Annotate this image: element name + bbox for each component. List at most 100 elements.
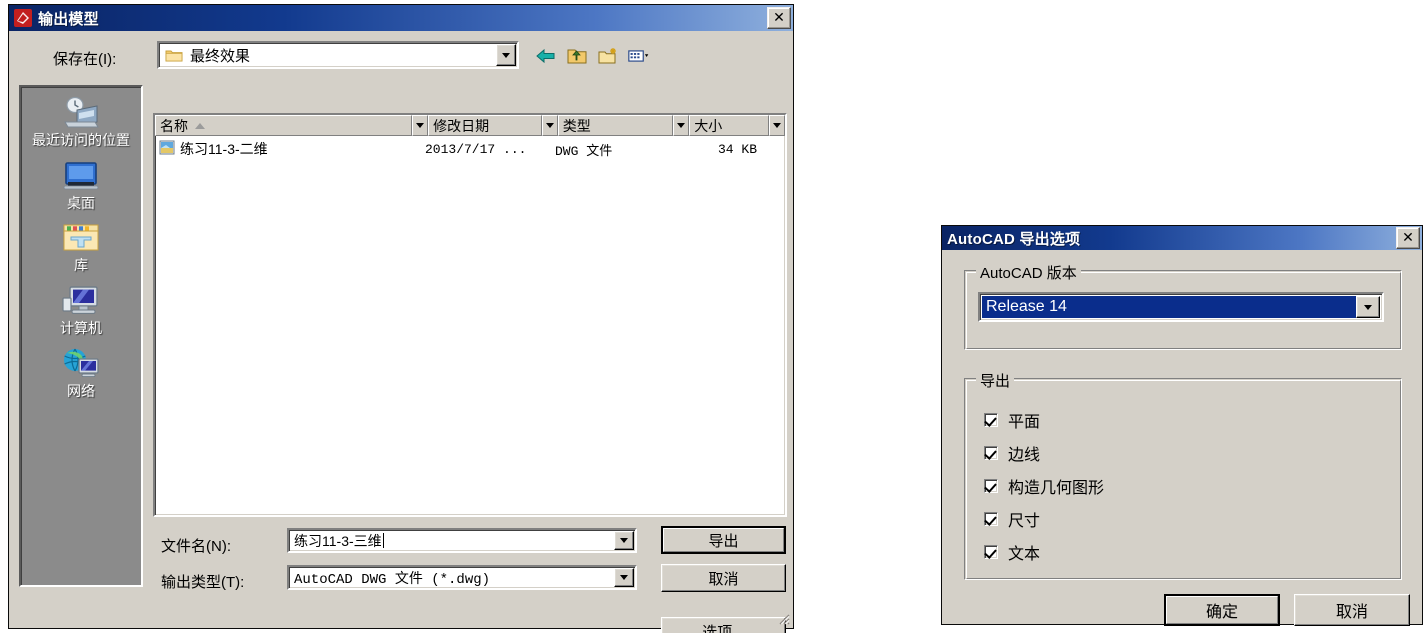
- column-filter-type[interactable]: [673, 115, 690, 136]
- column-header-size[interactable]: 大小: [689, 115, 770, 136]
- checkbox-construction-geometry[interactable]: [984, 479, 998, 493]
- place-item-label: 桌面: [67, 194, 95, 211]
- chevron-down-icon: [620, 538, 628, 543]
- chevron-down-icon: [677, 123, 686, 128]
- dwg-file-icon: [159, 140, 175, 158]
- ok-button[interactable]: 确定: [1164, 594, 1280, 626]
- export-model-dialog: 输出模型 ✕ 保存在(I): 最终效果 最近访问的位置 桌面 库 计算机 网络 …: [8, 4, 794, 633]
- filename-value: 练习11-3-三维: [294, 532, 382, 549]
- checkbox-row-text[interactable]: 文本: [984, 540, 1040, 564]
- checkbox-row-dimensions[interactable]: 尺寸: [984, 507, 1040, 531]
- resize-grip-icon[interactable]: [776, 611, 790, 625]
- export-dialog-titlebar[interactable]: 输出模型 ✕: [9, 5, 793, 31]
- save-in-label: 保存在(I):: [53, 51, 117, 68]
- column-label: 类型: [562, 117, 591, 134]
- column-label: 修改日期: [433, 117, 490, 134]
- place-item-label: 最近访问的位置: [32, 132, 130, 148]
- close-icon[interactable]: ✕: [1396, 227, 1420, 249]
- ok-button-label: 确定: [1166, 596, 1278, 624]
- place-item-recent[interactable]: 最近访问的位置: [21, 91, 141, 154]
- acad-cancel-button[interactable]: 取消: [1294, 594, 1410, 626]
- computer-icon: [60, 282, 102, 320]
- file-list-header: 名称 修改日期 类型 大小: [155, 115, 785, 136]
- version-group-label: AutoCAD 版本: [976, 262, 1081, 283]
- save-in-row: 保存在(I): 最终效果: [9, 41, 793, 71]
- chevron-down-icon: [416, 123, 425, 128]
- place-item-library[interactable]: 库: [21, 216, 141, 279]
- export-options-group: 导出 平面 边线 构造几何图形 尺寸 文本: [964, 370, 1402, 580]
- file-size-cell: 34 KB: [717, 141, 757, 157]
- file-list[interactable]: 名称 修改日期 类型 大小 练习11-3-二维 2013/7/17 ... DW…: [153, 113, 787, 517]
- options-button[interactable]: 选项...: [661, 617, 786, 633]
- file-name-text: 练习11-3-二维: [180, 141, 268, 157]
- place-item-network[interactable]: 网络: [21, 342, 141, 405]
- filetype-label: 输出类型(T):: [161, 574, 245, 591]
- checkbox-dimensions[interactable]: [984, 512, 998, 526]
- filetype-combobox[interactable]: AutoCAD DWG 文件 (*.dwg): [287, 565, 637, 590]
- chevron-down-icon: [545, 123, 554, 128]
- filename-input[interactable]: 练习11-3-三维: [287, 528, 637, 553]
- checkbox-label: 平面: [1008, 414, 1041, 431]
- checkbox-faces[interactable]: [984, 413, 998, 427]
- place-item-label: 计算机: [60, 320, 102, 337]
- acad-dialog-title: AutoCAD 导出选项: [947, 230, 1081, 248]
- filename-dropdown-arrow[interactable]: [614, 531, 634, 550]
- checkbox-label: 文本: [1008, 546, 1041, 563]
- navigation-toolbar: [535, 43, 650, 69]
- save-in-value: 最终效果: [190, 47, 251, 65]
- close-icon[interactable]: ✕: [767, 7, 791, 29]
- file-name-cell: 练习11-3-二维: [157, 139, 425, 159]
- export-dialog-body: 保存在(I): 最终效果 最近访问的位置 桌面 库 计算机 网络 名称 修改日期…: [9, 31, 793, 633]
- checkbox-row-faces[interactable]: 平面: [984, 408, 1040, 432]
- column-filter-name[interactable]: [412, 115, 429, 136]
- version-group: AutoCAD 版本 Release 14: [964, 262, 1402, 350]
- acad-dialog-titlebar[interactable]: AutoCAD 导出选项 ✕: [942, 226, 1422, 250]
- checkbox-edges[interactable]: [984, 446, 998, 460]
- sort-ascending-icon: [195, 122, 205, 129]
- acad-dialog-body: AutoCAD 版本 Release 14 导出 平面 边线 构造几何图形 尺寸…: [942, 250, 1422, 626]
- column-label: 大小: [694, 117, 723, 134]
- checkbox-row-construction-geometry[interactable]: 构造几何图形: [984, 474, 1104, 498]
- acad-version-combobox[interactable]: Release 14: [978, 292, 1384, 322]
- column-header-type[interactable]: 类型: [557, 115, 674, 136]
- text-caret: [382, 533, 384, 548]
- cancel-button[interactable]: 取消: [661, 564, 786, 592]
- chevron-down-icon: [620, 575, 628, 580]
- save-in-combobox[interactable]: 最终效果: [157, 41, 519, 69]
- recent-places-icon: [60, 94, 102, 132]
- column-header-date[interactable]: 修改日期: [428, 115, 542, 136]
- table-row[interactable]: 练习11-3-二维 2013/7/17 ... DWG 文件 34 KB: [157, 138, 783, 160]
- back-arrow-icon[interactable]: [535, 45, 557, 67]
- place-item-desktop[interactable]: 桌面: [21, 154, 141, 217]
- column-filter-size[interactable]: [769, 115, 785, 136]
- checkbox-text[interactable]: [984, 545, 998, 559]
- export-button-label: 导出: [663, 528, 784, 552]
- places-bar: 最近访问的位置 桌面 库 计算机 网络: [19, 85, 143, 587]
- checkbox-row-edges[interactable]: 边线: [984, 441, 1040, 465]
- filetype-value: AutoCAD DWG 文件 (*.dwg): [294, 571, 491, 588]
- filename-label: 文件名(N):: [161, 538, 231, 555]
- network-icon: [60, 345, 102, 383]
- sketchup-app-icon: [14, 9, 32, 27]
- views-icon[interactable]: [628, 45, 650, 67]
- save-in-dropdown-arrow[interactable]: [496, 44, 516, 66]
- up-folder-icon[interactable]: [566, 45, 588, 67]
- file-list-rows: 练习11-3-二维 2013/7/17 ... DWG 文件 34 KB: [157, 138, 783, 513]
- checkbox-label: 边线: [1008, 447, 1041, 464]
- column-filter-date[interactable]: [541, 115, 558, 136]
- new-folder-icon[interactable]: [597, 45, 619, 67]
- acad-version-dropdown-arrow[interactable]: [1356, 296, 1380, 318]
- export-button[interactable]: 导出: [661, 526, 786, 554]
- desktop-icon: [60, 157, 102, 195]
- file-type-cell: DWG 文件: [555, 143, 613, 159]
- column-label: 名称: [160, 117, 188, 134]
- place-item-computer[interactable]: 计算机: [21, 279, 141, 342]
- screen: 输出模型 ✕ 保存在(I): 最终效果 最近访问的位置 桌面 库 计算机 网络 …: [0, 0, 1424, 633]
- chevron-down-icon: [1364, 304, 1372, 310]
- column-header-name[interactable]: 名称: [155, 115, 413, 136]
- chevron-down-icon: [773, 123, 782, 128]
- save-in-value-wrap: 最终效果: [165, 43, 491, 67]
- filetype-dropdown-arrow[interactable]: [614, 568, 634, 587]
- place-item-label: 库: [74, 257, 88, 274]
- export-group-label: 导出: [976, 370, 1015, 391]
